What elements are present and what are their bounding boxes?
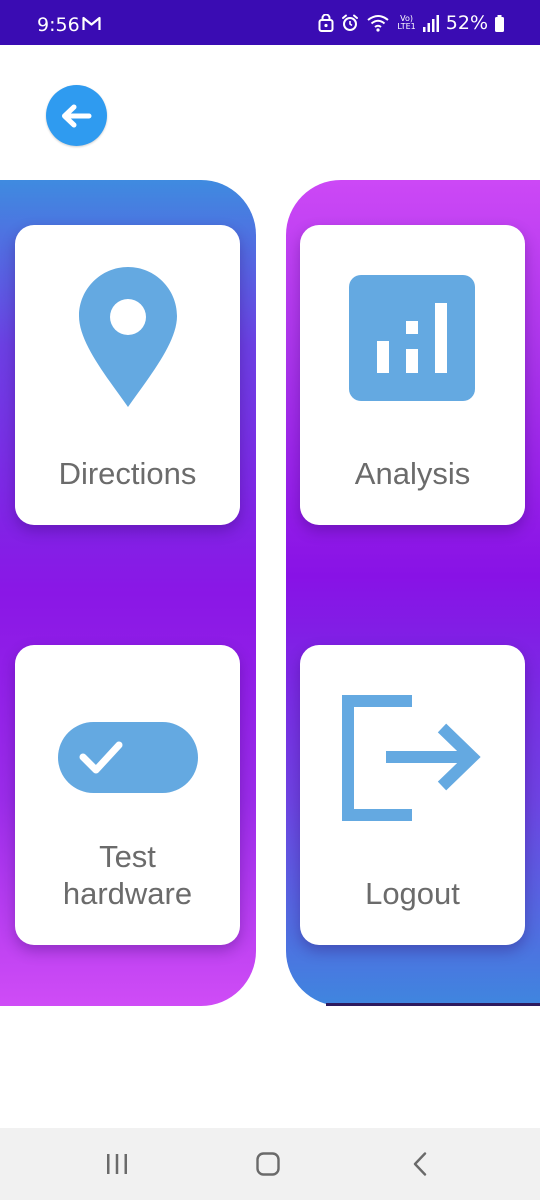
battery-percent: 52% <box>445 12 488 34</box>
bar-chart-icon <box>349 275 475 401</box>
recents-icon <box>107 1154 127 1174</box>
alarm-icon <box>342 14 359 31</box>
arrow-left-icon <box>61 104 91 127</box>
analysis-card[interactable]: Analysis <box>300 225 525 525</box>
wifi-icon <box>367 15 389 32</box>
nav-back-button[interactable] <box>400 1148 440 1180</box>
gmail-icon <box>82 16 101 30</box>
test-hardware-label: Test hardware <box>62 839 193 911</box>
back-button[interactable] <box>46 85 107 146</box>
directions-label: Directions <box>58 456 197 491</box>
battery-icon <box>495 14 504 32</box>
test-hardware-card[interactable]: Test hardware <box>15 645 240 945</box>
recents-button[interactable] <box>97 1148 137 1180</box>
volte-indicator: Vo) LTE1 <box>397 14 416 31</box>
back-chevron-icon <box>413 1152 427 1176</box>
signal-icon <box>422 15 439 32</box>
analysis-label: Analysis <box>354 456 471 491</box>
directions-card[interactable]: Directions <box>15 225 240 525</box>
lock-icon <box>318 14 334 32</box>
status-time: 9:56 <box>37 14 80 36</box>
logout-label: Logout <box>365 876 460 911</box>
status-bar: 9:56 Vo) LTE1 52% <box>0 0 540 45</box>
toggle-check-icon <box>58 722 198 793</box>
logout-card[interactable]: Logout <box>300 645 525 945</box>
home-button[interactable] <box>248 1148 288 1180</box>
home-icon <box>256 1152 280 1176</box>
system-nav-bar <box>0 1128 540 1200</box>
status-icons: Vo) LTE1 52% <box>318 11 504 35</box>
panel-divider <box>326 1003 540 1006</box>
location-pin-icon <box>79 267 177 407</box>
logout-icon <box>342 695 481 821</box>
